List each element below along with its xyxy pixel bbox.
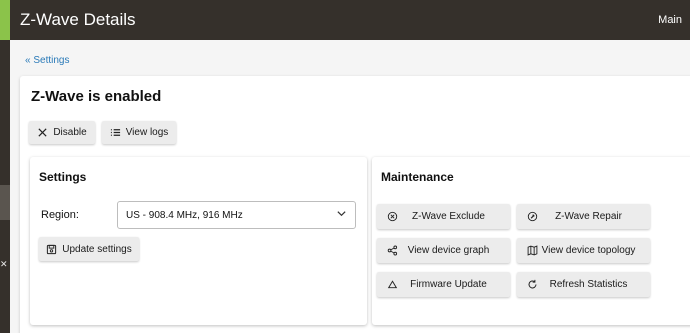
view-device-topology-button[interactable]: View device topology [517, 238, 650, 263]
page-title: Z-Wave Details [20, 10, 136, 29]
map-icon [527, 245, 538, 256]
disable-button[interactable]: Disable [29, 121, 95, 144]
region-label: Region: [41, 209, 79, 221]
disable-label: Disable [53, 127, 87, 138]
settings-panel: Settings Region: US - 908.4 MHz, 916 MHz… [30, 157, 367, 325]
view-logs-button[interactable]: View logs [102, 121, 176, 144]
circle-x-icon [387, 211, 398, 222]
collapse-icon[interactable]: ✕ [0, 258, 10, 270]
breadcrumb-settings[interactable]: « Settings [25, 55, 69, 66]
close-icon [37, 127, 48, 138]
maintenance-title: Maintenance [381, 170, 454, 184]
view-device-topology-label: View device topology [541, 245, 636, 256]
triangle-up-icon [387, 279, 398, 290]
zwave-exclude-label: Z-Wave Exclude [412, 211, 485, 222]
refresh-icon [527, 279, 538, 290]
left-rail: ✕ [0, 0, 10, 333]
main-menu-link[interactable]: Main [658, 14, 682, 26]
nav-selected-item[interactable] [0, 185, 10, 220]
view-logs-label: View logs [125, 127, 169, 138]
app-header: Z-Wave Details Main [10, 0, 690, 40]
firmware-update-label: Firmware Update [410, 279, 487, 290]
settings-title: Settings [39, 170, 87, 184]
refresh-statistics-button[interactable]: Refresh Statistics [517, 272, 650, 297]
wrench-icon [527, 211, 538, 222]
update-settings-label: Update settings [62, 243, 132, 255]
zwave-repair-button[interactable]: Z-Wave Repair [517, 204, 650, 229]
update-settings-button[interactable]: Update settings [39, 237, 139, 261]
share-graph-icon [387, 245, 398, 256]
region-select[interactable]: US - 908.4 MHz, 916 MHz [117, 201, 356, 229]
zwave-exclude-button[interactable]: Z-Wave Exclude [377, 204, 510, 229]
region-value: US - 908.4 MHz, 916 MHz [126, 209, 243, 221]
brand-accent [0, 0, 10, 40]
chevron-down-icon [336, 208, 347, 222]
zwave-status-title: Z-Wave is enabled [31, 88, 162, 105]
zwave-repair-label: Z-Wave Repair [555, 211, 622, 222]
view-device-graph-button[interactable]: View device graph [377, 238, 510, 263]
refresh-statistics-label: Refresh Statistics [549, 279, 628, 290]
maintenance-panel: Maintenance Z-Wave Exclude Z-Wave Repair [372, 157, 690, 325]
list-icon [110, 127, 121, 138]
firmware-update-button[interactable]: Firmware Update [377, 272, 510, 297]
view-device-graph-label: View device graph [407, 245, 490, 256]
save-icon [46, 244, 57, 255]
